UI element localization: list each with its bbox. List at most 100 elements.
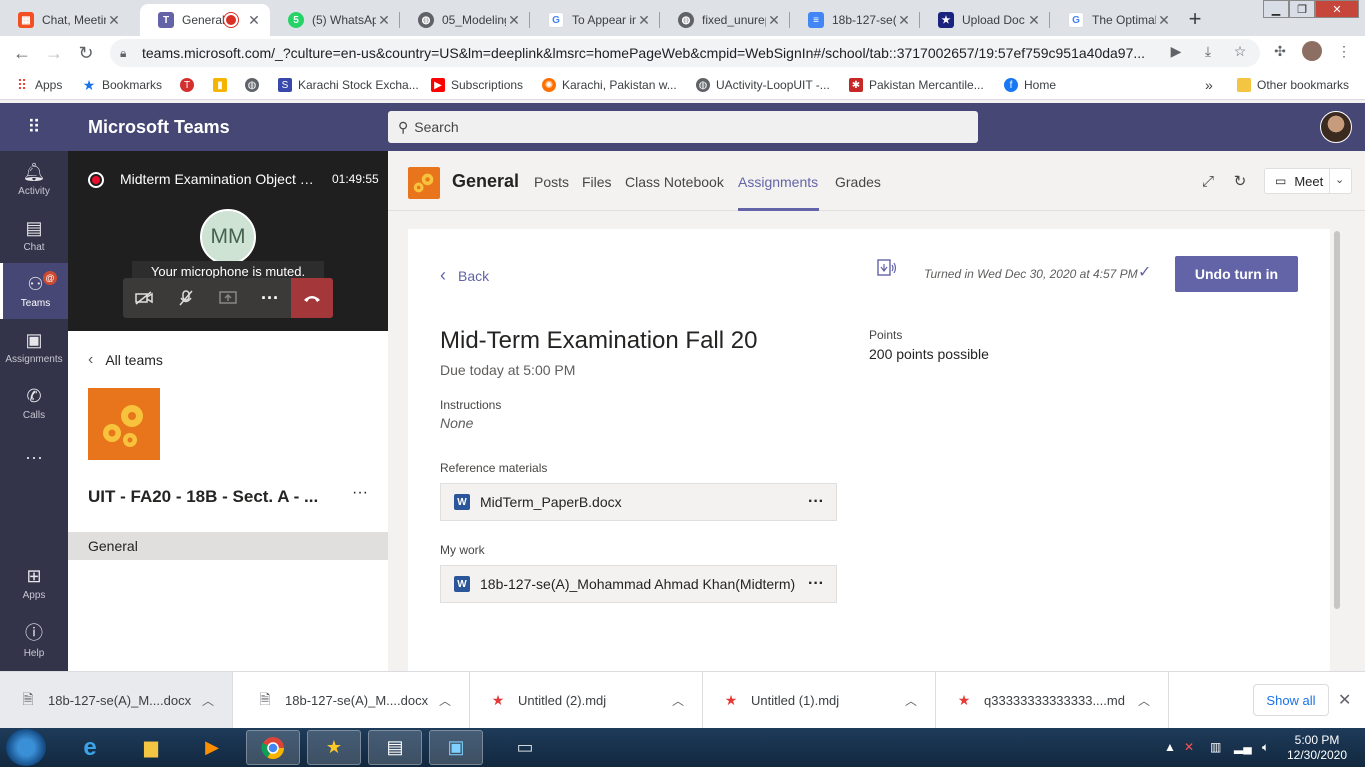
close-icon[interactable]: ✕ bbox=[246, 12, 262, 29]
browser-tab-to-appear[interactable]: G To Appear in ✕ bbox=[530, 4, 660, 36]
channel-item-general[interactable]: General bbox=[68, 532, 388, 560]
tab-files[interactable]: Files bbox=[582, 174, 612, 190]
more-options-icon[interactable]: ··· bbox=[249, 278, 291, 318]
remote-desktop-icon[interactable]: ▭ bbox=[498, 730, 552, 765]
device-icon[interactable]: ▥ bbox=[1210, 740, 1221, 754]
bookmark-home[interactable]: f Home bbox=[1004, 76, 1056, 94]
start-button[interactable] bbox=[6, 729, 46, 766]
rail-item-apps[interactable]: ⊞ Apps bbox=[0, 555, 68, 611]
chevron-up-icon[interactable]: ︿ bbox=[1134, 692, 1154, 709]
close-icon[interactable]: ✕ bbox=[1026, 12, 1042, 29]
browser-tab-upload[interactable]: ★ Upload Doc ✕ bbox=[920, 4, 1050, 36]
hang-up-button[interactable] bbox=[291, 278, 333, 318]
chevron-down-icon[interactable]: ⌄ bbox=[1335, 173, 1344, 186]
mic-muted-icon[interactable] bbox=[165, 278, 207, 318]
search-input[interactable]: ⚲ Search bbox=[388, 111, 978, 143]
internet-explorer-icon[interactable]: e bbox=[63, 730, 117, 765]
close-icon[interactable]: ✕ bbox=[1338, 690, 1351, 710]
my-work-file-card[interactable]: W 18b-127-se(A)_Mohammad Ahmad Khan(Midt… bbox=[440, 565, 837, 603]
show-hidden-icons[interactable]: ▲ bbox=[1164, 740, 1176, 754]
meeting-call-window[interactable]: Midterm Examination Object O... 01:49:55… bbox=[68, 151, 388, 331]
profile-avatar[interactable] bbox=[1302, 41, 1322, 61]
staruml-icon[interactable]: ★ bbox=[307, 730, 361, 765]
rail-item-calls[interactable]: ✆ Calls bbox=[0, 375, 68, 431]
download-item[interactable]: 🗎︎ 18b-127-se(A)_M....docx ︿ bbox=[237, 672, 470, 729]
url-text[interactable]: teams.microsoft.com/_?culture=en-us&coun… bbox=[142, 45, 1152, 61]
back-link[interactable]: ‹ Back bbox=[440, 265, 489, 286]
expand-icon[interactable]: ⤢ bbox=[1198, 171, 1218, 191]
refresh-icon[interactable]: ↻ bbox=[1230, 171, 1250, 191]
rail-item-activity[interactable]: 🔔︎ Activity bbox=[0, 151, 68, 207]
tab-assignments[interactable]: Assignments bbox=[738, 174, 818, 190]
extensions-icon[interactable]: ✣ bbox=[1270, 41, 1290, 61]
download-item[interactable]: 🗎︎ 18b-127-se(A)_M....docx ︿ bbox=[0, 672, 233, 729]
browser-tab-general[interactable]: T General ✕ bbox=[140, 4, 270, 36]
rail-item-more[interactable]: ··· bbox=[0, 431, 68, 487]
browser-tab-chat-meeting[interactable]: ▦ Chat, Meeting ✕ bbox=[0, 4, 130, 36]
close-icon[interactable]: ✕ bbox=[636, 12, 652, 29]
rail-item-assignments[interactable]: ▣ Assignments bbox=[0, 319, 68, 375]
app-launcher-icon[interactable]: ⠿ bbox=[24, 117, 44, 137]
chevron-up-icon[interactable]: ︿ bbox=[198, 692, 218, 709]
meet-button[interactable]: ▭ Meet ⌄ bbox=[1264, 168, 1352, 194]
close-icon[interactable]: ✕ bbox=[896, 12, 912, 29]
scrollbar[interactable] bbox=[1334, 231, 1340, 609]
close-icon[interactable]: ✕ bbox=[376, 12, 392, 29]
browser-tab-fixed[interactable]: ◍ fixed_unurep ✕ bbox=[660, 4, 790, 36]
volume-icon[interactable]: 🔈︎ bbox=[1262, 740, 1269, 755]
show-all-downloads-button[interactable]: Show all bbox=[1253, 684, 1329, 716]
photo-viewer-icon[interactable]: ▣ bbox=[429, 730, 483, 765]
camera-off-icon[interactable] bbox=[123, 278, 165, 318]
bookmark-karachi-stock[interactable]: S Karachi Stock Excha... bbox=[278, 76, 419, 94]
download-item[interactable]: ★ Untitled (2).mdj ︿ bbox=[470, 672, 703, 729]
close-icon[interactable]: ✕ bbox=[506, 12, 522, 29]
menu-dots-icon[interactable]: ⋮ bbox=[1334, 41, 1354, 61]
tab-posts[interactable]: Posts bbox=[534, 174, 569, 190]
other-bookmarks-folder[interactable]: Other bookmarks bbox=[1237, 76, 1349, 94]
maximize-button[interactable]: ❐ bbox=[1289, 0, 1315, 18]
tab-grades[interactable]: Grades bbox=[835, 174, 881, 190]
file-explorer-icon[interactable]: ▆ bbox=[124, 730, 178, 765]
network-warning-icon[interactable]: ✕ bbox=[1184, 740, 1194, 754]
download-icon[interactable]: ⤓ bbox=[1198, 41, 1218, 61]
new-tab-button[interactable]: + bbox=[1181, 5, 1209, 33]
share-screen-icon[interactable] bbox=[207, 278, 249, 318]
close-icon[interactable]: ✕ bbox=[106, 12, 122, 29]
camera-icon[interactable]: ▶ bbox=[1166, 41, 1186, 61]
close-icon[interactable]: ✕ bbox=[1156, 12, 1172, 29]
close-window-button[interactable]: ✕ bbox=[1315, 0, 1359, 18]
all-teams-link[interactable]: ‹ All teams bbox=[88, 351, 163, 369]
bookmark-bookmarks[interactable]: ★ Bookmarks bbox=[82, 76, 162, 94]
minimize-button[interactable]: ▁ bbox=[1263, 0, 1289, 18]
back-arrow-icon[interactable]: ← bbox=[10, 41, 34, 65]
close-icon[interactable]: ✕ bbox=[766, 12, 782, 29]
download-item[interactable]: ★ q33333333333333....md ︿ bbox=[936, 672, 1169, 729]
bookmark-icon-only[interactable]: ▮ bbox=[213, 76, 233, 94]
rail-item-chat[interactable]: ▤ Chat bbox=[0, 207, 68, 263]
file-more-options-icon[interactable]: ··· bbox=[796, 493, 836, 511]
bookmark-subscriptions[interactable]: ▶ Subscriptions bbox=[431, 76, 523, 94]
file-more-options-icon[interactable]: ··· bbox=[796, 575, 836, 593]
undo-turn-in-button[interactable]: Undo turn in bbox=[1175, 256, 1298, 292]
chevron-up-icon[interactable]: ︿ bbox=[901, 692, 921, 709]
system-clock[interactable]: 5:00 PM 12/30/2020 bbox=[1282, 733, 1352, 763]
bookmark-karachi-weather[interactable]: ✺ Karachi, Pakistan w... bbox=[542, 76, 677, 94]
signal-icon[interactable]: ▂▄ bbox=[1234, 740, 1252, 754]
bookmark-star-icon[interactable]: ☆ bbox=[1230, 41, 1250, 61]
download-item[interactable]: ★ Untitled (1).mdj ︿ bbox=[703, 672, 936, 729]
browser-tab-whatsapp[interactable]: 5 (5) WhatsApp ✕ bbox=[270, 4, 400, 36]
chrome-icon[interactable] bbox=[246, 730, 300, 765]
browser-tab-optimal[interactable]: G The Optimal ✕ bbox=[1050, 4, 1180, 36]
reload-icon[interactable]: ↻ bbox=[74, 41, 98, 65]
more-bookmarks-button[interactable]: » bbox=[1205, 76, 1213, 94]
address-bar[interactable]: 🔒︎ teams.microsoft.com/_?culture=en-us&c… bbox=[110, 39, 1260, 67]
bookmark-apps[interactable]: ⠿ Apps bbox=[15, 76, 63, 94]
tab-class-notebook[interactable]: Class Notebook bbox=[625, 174, 724, 190]
reference-file-card[interactable]: W MidTerm_PaperB.docx ··· bbox=[440, 483, 837, 521]
forward-arrow-icon[interactable]: → bbox=[42, 41, 66, 65]
rail-item-help[interactable]: ⓘ Help bbox=[0, 611, 68, 667]
browser-tab-modeling[interactable]: ◍ 05_Modeling ✕ bbox=[400, 4, 530, 36]
bookmark-uactivity[interactable]: ◍ UActivity-LoopUIT -... bbox=[696, 76, 830, 94]
user-avatar[interactable] bbox=[1320, 111, 1352, 143]
media-player-icon[interactable]: ▶ bbox=[185, 730, 239, 765]
